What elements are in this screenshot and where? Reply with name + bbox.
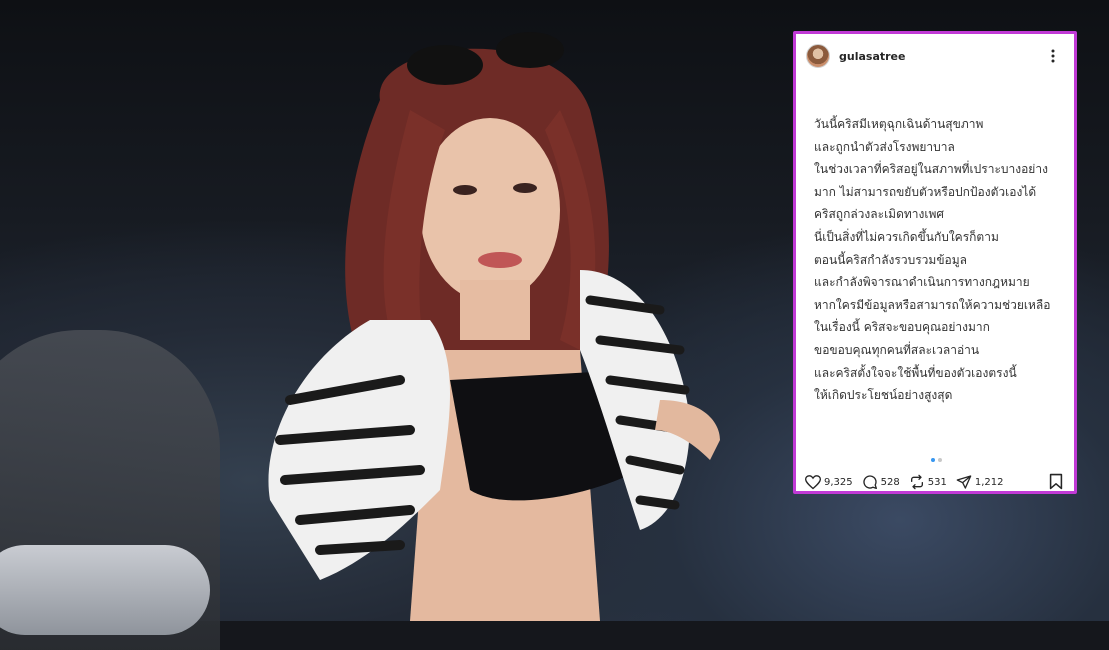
repost-button[interactable]: 531 (909, 474, 947, 490)
instagram-post-card: gulasatree วันนี้คริสมีเหตุฉุกเฉินด้านสุ… (793, 31, 1077, 494)
post-line: และกำลังพิจารณาดำเนินการทางกฎหมาย (814, 275, 1030, 290)
post-line: ในช่วงเวลาที่คริสอยู่ในสภาพที่เปราะบางอย… (814, 162, 1048, 177)
post-line: ตอนนี้คริสกำลังรวบรวมข้อมูล (814, 252, 967, 267)
more-vertical-icon[interactable] (1044, 47, 1062, 65)
share-icon (956, 475, 972, 489)
post-line: ขอขอบคุณทุกคนที่สละเวลาอ่าน (814, 342, 980, 357)
comment-count: 528 (880, 476, 900, 488)
post-actions: 9,325 528 531 1,212 (805, 471, 1065, 493)
post-line: และคริสตั้งใจจะใช้พื้นที่ของตัวเองตรงนี้ (814, 365, 1017, 380)
post-line: ในเรื่องนี้ คริสจะขอบคุณอย่างมาก (814, 320, 990, 335)
person-photo (260, 20, 720, 621)
like-button[interactable]: 9,325 (805, 474, 853, 490)
carousel-indicator (931, 458, 942, 462)
username[interactable]: gulasatree (839, 50, 905, 63)
pillow (0, 545, 210, 635)
share-count: 1,212 (974, 476, 1004, 488)
post-text: วันนี้คริสมีเหตุฉุกเฉินด้านสุขภาพ และถูก… (814, 113, 1064, 407)
post-line: และถูกนำตัวส่งโรงพยาบาล (814, 139, 955, 154)
like-count: 9,325 (824, 476, 853, 488)
bookmark-icon (1049, 473, 1063, 490)
comment-icon (863, 475, 877, 489)
post-line: หากใครมีข้อมูลหรือสามารถให้ความช่วยเหลือ (814, 297, 1051, 312)
post-line: มาก ไม่สามารถขยับตัวหรือปกป้องตัวเองได้ (814, 184, 1037, 199)
heart-icon (805, 474, 821, 489)
carousel-dot (938, 458, 942, 462)
comment-button[interactable]: 528 (862, 474, 900, 490)
save-button[interactable] (1049, 473, 1063, 493)
share-button[interactable]: 1,212 (956, 474, 1004, 490)
post-line: คริสถูกล่วงละเมิดทางเพศ (814, 207, 945, 222)
post-line: วันนี้คริสมีเหตุฉุกเฉินด้านสุขภาพ (814, 117, 984, 131)
avatar[interactable] (806, 44, 830, 68)
post-line: นี่เป็นสิ่งที่ไม่ควรเกิดขึ้นกับใครก็ตาม (814, 229, 999, 244)
post-line: ให้เกิดประโยชน์อย่างสูงสุด (814, 388, 953, 403)
carousel-dot-active (931, 458, 935, 462)
repost-icon (910, 474, 923, 490)
repost-count: 531 (927, 476, 947, 488)
post-header: gulasatree (806, 43, 1064, 69)
